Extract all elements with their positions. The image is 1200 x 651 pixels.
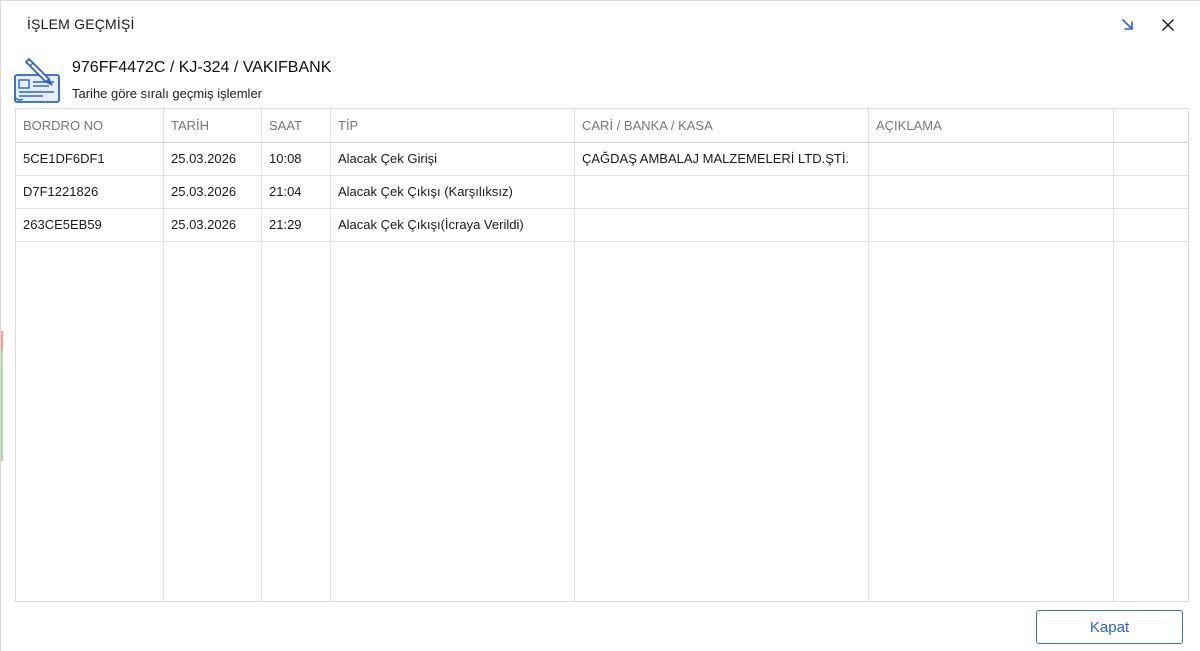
cell-aciklama [869, 209, 1113, 241]
title-bar: İŞLEM GEÇMİŞİ [1, 1, 1200, 47]
cell-saat: 21:29 [269, 217, 302, 232]
table-row[interactable]: D7F1221826 25.03.2026 21:04 Alacak Çek Ç… [16, 176, 1188, 209]
check-document-icon [13, 55, 63, 105]
cell-cari: ÇAĞDAŞ AMBALAJ MALZEMELERİ LTD.ŞTİ. [582, 151, 850, 166]
record-title: 976FF4472C / KJ-324 / VAKIFBANK [72, 59, 332, 76]
islem-gecmisi-dialog: İŞLEM GEÇMİŞİ 976FF4472C / KJ-324 / VAKI… [0, 0, 1200, 651]
cell-tarih: 25.03.2026 [171, 217, 237, 232]
table-header: BORDRO NO TARİH SAAT TİP CARİ / BANKA / … [16, 109, 1188, 143]
cell-bordro-no: 263CE5EB59 [23, 217, 102, 232]
column-header-bordro-no[interactable]: BORDRO NO [16, 109, 163, 142]
column-header-cari-banka-kasa[interactable]: CARİ / BANKA / KASA [575, 109, 868, 142]
column-header-saat[interactable]: SAAT [262, 109, 330, 142]
column-header-aciklama[interactable]: AÇIKLAMA [869, 109, 1113, 142]
history-table: BORDRO NO TARİH SAAT TİP CARİ / BANKA / … [15, 108, 1189, 602]
table-row[interactable]: 5CE1DF6DF1 25.03.2026 10:08 Alacak Çek G… [16, 143, 1188, 176]
column-header-tip[interactable]: TİP [331, 109, 574, 142]
cell-saat: 10:08 [269, 151, 302, 166]
background-window-edge [1, 331, 3, 461]
column-header-tarih[interactable]: TARİH [164, 109, 261, 142]
cell-cari [575, 209, 868, 241]
cell-tip: Alacak Çek Çıkışı(İcraya Verildi) [338, 217, 524, 232]
table-row[interactable]: 263CE5EB59 25.03.2026 21:29 Alacak Çek Ç… [16, 209, 1188, 242]
close-window-button[interactable] [1156, 13, 1180, 37]
cell-tip: Alacak Çek Çıkışı (Karşılıksız) [338, 184, 513, 199]
cell-cari [575, 176, 868, 208]
close-icon [1162, 19, 1174, 31]
cell-bordro-no: D7F1221826 [23, 184, 99, 199]
cell-aciklama [869, 143, 1113, 175]
column-header-extra [1114, 109, 1188, 142]
cell-aciklama [869, 176, 1113, 208]
window-title: İŞLEM GEÇMİŞİ [27, 16, 135, 32]
kapat-button[interactable]: Kapat [1036, 610, 1183, 644]
cell-saat: 21:04 [269, 184, 302, 199]
cell-tarih: 25.03.2026 [171, 151, 237, 166]
cell-bordro-no: 5CE1DF6DF1 [23, 151, 105, 166]
cell-tip: Alacak Çek Girişi [338, 151, 437, 166]
arrow-down-right-icon [1122, 19, 1133, 30]
cell-tarih: 25.03.2026 [171, 184, 237, 199]
record-subtitle: Tarihe göre sıralı geçmiş işlemler [72, 86, 263, 101]
minimize-button[interactable] [1116, 13, 1140, 37]
